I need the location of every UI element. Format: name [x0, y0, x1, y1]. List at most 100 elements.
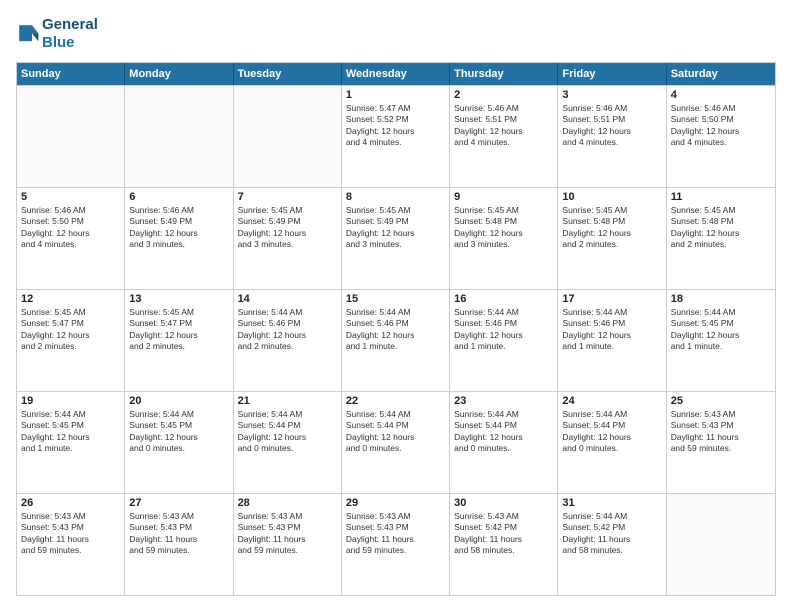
day-cell-30: 30Sunrise: 5:43 AM Sunset: 5:42 PM Dayli… — [450, 494, 558, 595]
day-cell-21: 21Sunrise: 5:44 AM Sunset: 5:44 PM Dayli… — [234, 392, 342, 493]
day-info: Sunrise: 5:44 AM Sunset: 5:46 PM Dayligh… — [562, 307, 661, 353]
calendar-week-5: 26 Sunrise: 5:43 AM Sunset: 5:43 PM Dayli… — [17, 493, 775, 595]
calendar-header-row: SundayMondayTuesdayWednesdayThursdayFrid… — [17, 63, 775, 85]
day-number: 5 — [21, 191, 120, 203]
day-cell-1: 1 Sunrise: 5:47 AM Sunset: 5:52 PM Daylig… — [342, 86, 450, 187]
day-cell-17: 17 Sunrise: 5:44 AM Sunset: 5:46 PM Dayli… — [558, 290, 666, 391]
day-info: Sunrise: 5:44 AM Sunset: 5:44 PM Dayligh… — [562, 409, 661, 455]
day-cell-7: 7 Sunrise: 5:45 AM Sunset: 5:49 PM Daylig… — [234, 188, 342, 289]
day-cell-18: 18 Sunrise: 5:44 AM Sunset: 5:45 PM Dayli… — [667, 290, 775, 391]
calendar: SundayMondayTuesdayWednesdayThursdayFrid… — [16, 62, 776, 596]
day-number: 8 — [346, 191, 445, 203]
day-number: 31 — [562, 497, 661, 509]
day-header-sunday: Sunday — [17, 63, 125, 85]
day-number: 6 — [129, 191, 228, 203]
calendar-week-2: 5 Sunrise: 5:46 AM Sunset: 5:50 PM Daylig… — [17, 187, 775, 289]
day-number: 7 — [238, 191, 337, 203]
day-info: Sunrise: 5:44 AM Sunset: 5:44 PM Dayligh… — [346, 409, 445, 455]
header: General Blue — [16, 16, 776, 52]
day-number: 2 — [454, 89, 553, 101]
day-cell-26: 26 Sunrise: 5:43 AM Sunset: 5:43 PM Dayli… — [17, 494, 125, 595]
day-number: 29 — [346, 497, 445, 509]
day-header-friday: Friday — [558, 63, 666, 85]
day-number: 27 — [129, 497, 228, 509]
day-number: 1 — [346, 89, 445, 101]
day-number: 13 — [129, 293, 228, 305]
day-number: 11 — [671, 191, 771, 203]
empty-cell — [17, 86, 125, 187]
calendar-week-4: 19 Sunrise: 5:44 AM Sunset: 5:45 PM Dayli… — [17, 391, 775, 493]
day-info: Sunrise: 5:43 AM Sunset: 5:43 PM Dayligh… — [671, 409, 771, 455]
day-info: Sunrise: 5:46 AM Sunset: 5:51 PM Dayligh… — [454, 103, 553, 149]
day-cell-11: 11Sunrise: 5:45 AM Sunset: 5:48 PM Dayli… — [667, 188, 775, 289]
day-cell-14: 14Sunrise: 5:44 AM Sunset: 5:46 PM Dayli… — [234, 290, 342, 391]
day-info: Sunrise: 5:43 AM Sunset: 5:43 PM Dayligh… — [346, 511, 445, 557]
day-cell-15: 15Sunrise: 5:44 AM Sunset: 5:46 PM Dayli… — [342, 290, 450, 391]
day-cell-24: 24 Sunrise: 5:44 AM Sunset: 5:44 PM Dayli… — [558, 392, 666, 493]
day-number: 4 — [671, 89, 771, 101]
day-info: Sunrise: 5:44 AM Sunset: 5:45 PM Dayligh… — [671, 307, 771, 353]
calendar-week-1: 1 Sunrise: 5:47 AM Sunset: 5:52 PM Daylig… — [17, 85, 775, 187]
day-number: 10 — [562, 191, 661, 203]
day-info: Sunrise: 5:46 AM Sunset: 5:50 PM Dayligh… — [21, 205, 120, 251]
logo-text: General Blue — [42, 16, 98, 52]
day-info: Sunrise: 5:44 AM Sunset: 5:46 PM Dayligh… — [238, 307, 337, 353]
day-cell-8: 8 Sunrise: 5:45 AM Sunset: 5:49 PM Daylig… — [342, 188, 450, 289]
day-number: 9 — [454, 191, 553, 203]
day-info: Sunrise: 5:45 AM Sunset: 5:48 PM Dayligh… — [562, 205, 661, 251]
day-cell-6: 6Sunrise: 5:46 AM Sunset: 5:49 PM Daylig… — [125, 188, 233, 289]
calendar-body: 1 Sunrise: 5:47 AM Sunset: 5:52 PM Daylig… — [17, 85, 775, 595]
day-cell-23: 23Sunrise: 5:44 AM Sunset: 5:44 PM Dayli… — [450, 392, 558, 493]
day-number: 15 — [346, 293, 445, 305]
day-cell-22: 22 Sunrise: 5:44 AM Sunset: 5:44 PM Dayli… — [342, 392, 450, 493]
day-info: Sunrise: 5:45 AM Sunset: 5:49 PM Dayligh… — [346, 205, 445, 251]
day-info: Sunrise: 5:44 AM Sunset: 5:46 PM Dayligh… — [454, 307, 553, 353]
day-cell-20: 20 Sunrise: 5:44 AM Sunset: 5:45 PM Dayli… — [125, 392, 233, 493]
day-cell-9: 9Sunrise: 5:45 AM Sunset: 5:48 PM Daylig… — [450, 188, 558, 289]
day-cell-10: 10 Sunrise: 5:45 AM Sunset: 5:48 PM Dayli… — [558, 188, 666, 289]
day-header-monday: Monday — [125, 63, 233, 85]
day-cell-2: 2 Sunrise: 5:46 AM Sunset: 5:51 PM Daylig… — [450, 86, 558, 187]
day-number: 17 — [562, 293, 661, 305]
day-info: Sunrise: 5:44 AM Sunset: 5:42 PM Dayligh… — [562, 511, 661, 557]
empty-cell — [234, 86, 342, 187]
day-cell-4: 4 Sunrise: 5:46 AM Sunset: 5:50 PM Daylig… — [667, 86, 775, 187]
day-info: Sunrise: 5:45 AM Sunset: 5:49 PM Dayligh… — [238, 205, 337, 251]
day-cell-25: 25Sunrise: 5:43 AM Sunset: 5:43 PM Dayli… — [667, 392, 775, 493]
day-cell-31: 31 Sunrise: 5:44 AM Sunset: 5:42 PM Dayli… — [558, 494, 666, 595]
logo: General Blue — [16, 16, 98, 52]
day-info: Sunrise: 5:44 AM Sunset: 5:45 PM Dayligh… — [129, 409, 228, 455]
day-info: Sunrise: 5:47 AM Sunset: 5:52 PM Dayligh… — [346, 103, 445, 149]
day-info: Sunrise: 5:44 AM Sunset: 5:44 PM Dayligh… — [238, 409, 337, 455]
day-info: Sunrise: 5:43 AM Sunset: 5:43 PM Dayligh… — [21, 511, 120, 557]
day-number: 24 — [562, 395, 661, 407]
day-info: Sunrise: 5:46 AM Sunset: 5:50 PM Dayligh… — [671, 103, 771, 149]
day-info: Sunrise: 5:45 AM Sunset: 5:47 PM Dayligh… — [129, 307, 228, 353]
logo-icon — [16, 22, 40, 46]
day-number: 18 — [671, 293, 771, 305]
day-cell-16: 16Sunrise: 5:44 AM Sunset: 5:46 PM Dayli… — [450, 290, 558, 391]
day-cell-28: 28Sunrise: 5:43 AM Sunset: 5:43 PM Dayli… — [234, 494, 342, 595]
day-number: 19 — [21, 395, 120, 407]
day-number: 28 — [238, 497, 337, 509]
day-info: Sunrise: 5:44 AM Sunset: 5:45 PM Dayligh… — [21, 409, 120, 455]
day-cell-12: 12Sunrise: 5:45 AM Sunset: 5:47 PM Dayli… — [17, 290, 125, 391]
day-info: Sunrise: 5:43 AM Sunset: 5:43 PM Dayligh… — [129, 511, 228, 557]
day-number: 3 — [562, 89, 661, 101]
day-number: 23 — [454, 395, 553, 407]
page: General Blue SundayMondayTuesdayWednesda… — [0, 0, 792, 612]
day-header-thursday: Thursday — [450, 63, 558, 85]
day-info: Sunrise: 5:46 AM Sunset: 5:51 PM Dayligh… — [562, 103, 661, 149]
day-number: 12 — [21, 293, 120, 305]
day-number: 20 — [129, 395, 228, 407]
empty-cell — [667, 494, 775, 595]
day-cell-3: 3 Sunrise: 5:46 AM Sunset: 5:51 PM Daylig… — [558, 86, 666, 187]
day-cell-19: 19 Sunrise: 5:44 AM Sunset: 5:45 PM Dayli… — [17, 392, 125, 493]
day-number: 30 — [454, 497, 553, 509]
day-number: 26 — [21, 497, 120, 509]
day-cell-13: 13 Sunrise: 5:45 AM Sunset: 5:47 PM Dayli… — [125, 290, 233, 391]
day-number: 22 — [346, 395, 445, 407]
day-cell-27: 27 Sunrise: 5:43 AM Sunset: 5:43 PM Dayli… — [125, 494, 233, 595]
calendar-week-3: 12 Sunrise: 5:45 AM Sunset: 5:47 PM Dayli… — [17, 289, 775, 391]
day-header-wednesday: Wednesday — [342, 63, 450, 85]
